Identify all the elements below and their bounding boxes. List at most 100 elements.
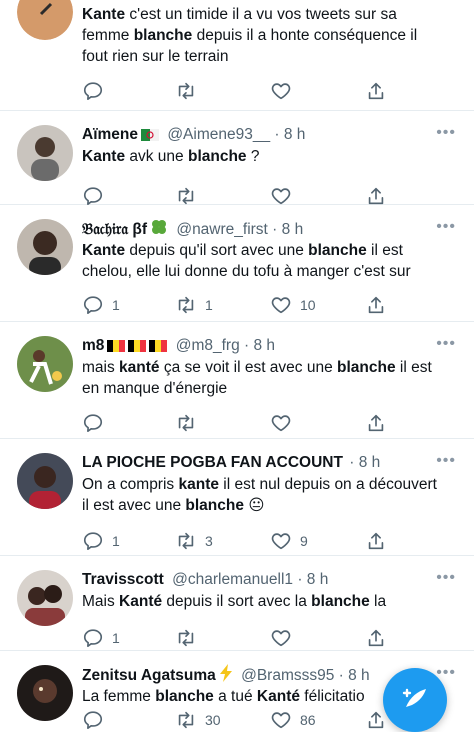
- highlighted-term: blanche: [187, 148, 247, 165]
- tweet-actions: 1: [82, 626, 402, 650]
- tweet-text-segment: a tué: [213, 688, 257, 705]
- display-name[interactable]: Aïmene: [82, 126, 138, 143]
- display-name[interactable]: 𝔅𝔞𝔠𝔥𝔦𝔯𝔞 βf: [82, 221, 147, 238]
- reply-icon: [83, 629, 103, 647]
- like-count: 10: [300, 297, 316, 313]
- share-icon: [368, 82, 384, 100]
- like-count: 86: [300, 712, 316, 728]
- more-options-icon[interactable]: •••: [436, 450, 456, 472]
- tweet-header: LA PIOCHE POGBA FAN ACCOUNT · 8 h •••: [82, 452, 462, 474]
- like-button[interactable]: 86: [270, 708, 316, 732]
- avatar[interactable]: [17, 0, 73, 40]
- reply-button[interactable]: [82, 411, 112, 435]
- share-button[interactable]: [365, 411, 387, 435]
- avatar[interactable]: [17, 125, 73, 181]
- more-options-icon[interactable]: •••: [436, 216, 456, 238]
- tweet[interactable]: Travisscott @charlemanuell1 · 8 h ••• Ma…: [0, 556, 474, 651]
- share-button[interactable]: [365, 293, 387, 317]
- more-options-icon[interactable]: •••: [436, 333, 456, 355]
- more-options-icon[interactable]: •••: [436, 122, 456, 144]
- reply-button[interactable]: [82, 708, 112, 732]
- tweet-text: La femme blanche a tué Kanté félicitatio: [82, 686, 402, 707]
- avatar[interactable]: [17, 219, 73, 275]
- retweet-button[interactable]: 1: [175, 293, 213, 317]
- tweet[interactable]: m8 @m8_frg · 8 h ••• mais kanté ça se vo…: [0, 322, 474, 439]
- retweet-count: 1: [205, 297, 213, 313]
- reply-button[interactable]: 1: [82, 293, 120, 317]
- retweet-button[interactable]: 30: [175, 708, 221, 732]
- avatar[interactable]: [17, 570, 73, 626]
- share-icon: [368, 711, 384, 729]
- tweet-text: Kante depuis qu'il sort avec une blanche…: [82, 240, 438, 282]
- share-icon: [368, 532, 384, 550]
- retweet-icon: [178, 414, 194, 432]
- display-name[interactable]: Travisscott: [82, 571, 164, 588]
- retweet-count: 3: [205, 533, 213, 549]
- share-icon: [368, 187, 384, 205]
- tweet-text: mais kanté ça se voit il est avec une bl…: [82, 357, 438, 399]
- retweet-button[interactable]: [175, 626, 205, 650]
- handle-and-time[interactable]: @m8_frg · 8 h: [176, 337, 275, 354]
- retweet-button[interactable]: [175, 79, 205, 103]
- highlighted-term: Kante: [82, 6, 126, 23]
- handle-and-time[interactable]: @Bramsss95 · 8 h: [241, 667, 370, 684]
- highlighted-term: Kante: [82, 242, 126, 259]
- heart-icon: [271, 533, 291, 550]
- retweet-icon: [178, 187, 194, 205]
- avatar[interactable]: [17, 453, 73, 509]
- highlighted-term: blanche: [133, 27, 193, 44]
- handle-and-time[interactable]: @Aimene93__ · 8 h: [167, 126, 305, 143]
- retweet-icon: [178, 711, 194, 729]
- like-button[interactable]: [270, 411, 300, 435]
- handle-and-time[interactable]: @nawre_first · 8 h: [176, 221, 303, 238]
- retweet-button[interactable]: [175, 411, 205, 435]
- highlighted-term: Kante: [82, 148, 126, 165]
- share-button[interactable]: [365, 79, 387, 103]
- reply-count: 1: [112, 630, 120, 646]
- display-name[interactable]: Zenitsu Agatsuma: [82, 667, 216, 684]
- highlighted-term: blanche: [155, 688, 214, 705]
- tweet-text: Mais Kanté depuis il sort avec la blanch…: [82, 591, 438, 612]
- tweet-text-segment: On a compris: [82, 476, 179, 493]
- compose-tweet-button[interactable]: [383, 668, 447, 732]
- tweet-header: 𝔅𝔞𝔠𝔥𝔦𝔯𝔞 βf @nawre_first · 8 h •••: [82, 218, 462, 240]
- display-name[interactable]: LA PIOCHE POGBA FAN ACCOUNT: [82, 454, 343, 471]
- reply-button[interactable]: 1: [82, 529, 120, 553]
- tweet-text-segment: la: [369, 593, 387, 610]
- avatar[interactable]: [17, 336, 73, 392]
- tweet-header: Aïmene @Aimene93__ · 8 h •••: [82, 124, 462, 146]
- reply-button[interactable]: 1: [82, 626, 120, 650]
- tweet-text-segment: La femme: [82, 688, 156, 705]
- share-button[interactable]: [365, 529, 387, 553]
- like-button[interactable]: 9: [270, 529, 308, 553]
- like-button[interactable]: [270, 79, 300, 103]
- like-button[interactable]: [270, 626, 300, 650]
- tweet[interactable]: 𝔅𝔞𝔠𝔥𝔦𝔯𝔞 βf @nawre_first · 8 h ••• Kante …: [0, 205, 474, 322]
- reply-button[interactable]: [82, 79, 112, 103]
- belgium-flag-icon: [128, 337, 147, 359]
- reply-icon: [83, 296, 103, 314]
- share-button[interactable]: [365, 708, 387, 732]
- tweet-actions: [82, 79, 402, 103]
- retweet-button[interactable]: 3: [175, 529, 213, 553]
- tweet-text-segment: ça se voit il est avec une: [159, 359, 338, 376]
- belgium-flag-icon: [149, 337, 168, 359]
- tweet-text-segment: depuis qu'il sort avec une: [125, 242, 309, 259]
- heart-icon: [271, 297, 291, 314]
- tweet[interactable]: LA PIOCHE POGBA FAN ACCOUNT · 8 h ••• On…: [0, 439, 474, 556]
- like-button[interactable]: 10: [270, 293, 316, 317]
- tweet[interactable]: Kante c'est un timide il a vu vos tweets…: [0, 0, 474, 111]
- avatar[interactable]: [17, 665, 73, 721]
- tweet[interactable]: Aïmene @Aimene93__ · 8 h ••• Kante avk u…: [0, 111, 474, 205]
- display-name[interactable]: m8: [82, 337, 104, 354]
- highlighted-term: blanche: [311, 593, 370, 610]
- highlighted-term: blanche: [185, 497, 244, 514]
- more-options-icon[interactable]: •••: [436, 567, 456, 589]
- belgium-flag-icon: [107, 337, 126, 359]
- highlighted-term: blanche: [337, 359, 396, 376]
- handle-and-time[interactable]: · 8 h: [349, 454, 380, 471]
- share-button[interactable]: [365, 626, 387, 650]
- handle-and-time[interactable]: @charlemanuell1 · 8 h: [172, 571, 328, 588]
- retweet-count: 30: [205, 712, 221, 728]
- tweet-header: m8 @m8_frg · 8 h •••: [82, 335, 462, 357]
